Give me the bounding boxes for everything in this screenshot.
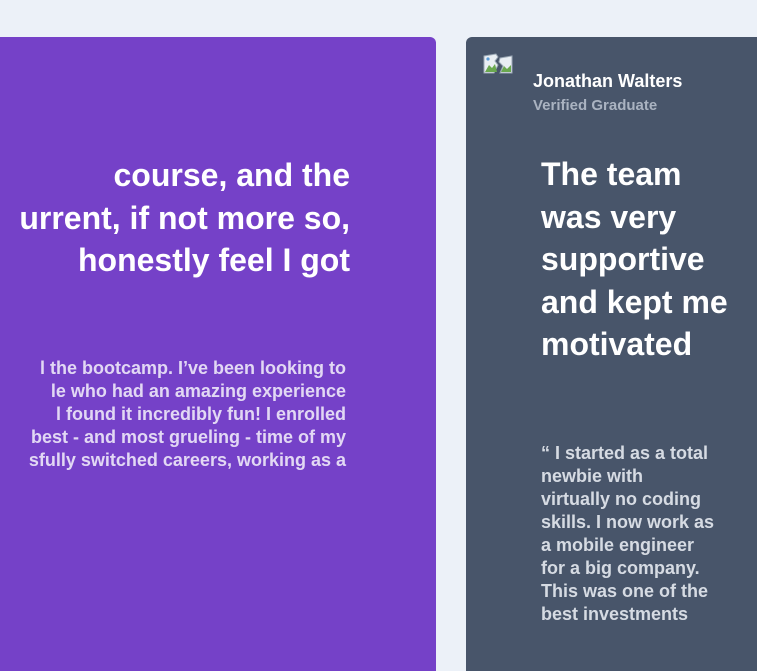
- testimonial-card-purple: course, and the urrent, if not more so, …: [0, 37, 436, 671]
- testimonial-body-line: le who had an amazing experience: [50, 381, 346, 401]
- author-name: Jonathan Walters: [533, 71, 683, 91]
- testimonial-body-line: sfully switched careers, working as a: [28, 450, 346, 470]
- broken-image-icon: [483, 53, 515, 77]
- author-role: Verified Graduate: [533, 97, 658, 114]
- testimonial-card-slate: Jonathan Walters Verified Graduate The t…: [466, 37, 757, 671]
- testimonial-heading: The team was very supportive and kept me…: [541, 156, 728, 362]
- testimonial-body-line: l found it incredibly fun! I enrolled: [56, 404, 346, 424]
- testimonial-heading: course, and the urrent, if not more so, …: [0, 154, 350, 282]
- testimonial-body-line: best - and most grueling - time of my: [30, 427, 346, 447]
- testimonials-section: course, and the urrent, if not more so, …: [0, 0, 757, 671]
- testimonial-body: l the bootcamp. I’ve been looking to le …: [0, 357, 346, 472]
- testimonial-body-line: l the bootcamp. I’ve been looking to: [39, 358, 346, 378]
- testimonial-body: “ I started as a total newbie with virtu…: [541, 443, 715, 624]
- testimonial-heading-line: honestly feel I got: [77, 242, 350, 278]
- testimonial-heading-line: urrent, if not more so,: [19, 199, 350, 236]
- testimonial-heading-line: course, and the: [113, 157, 351, 193]
